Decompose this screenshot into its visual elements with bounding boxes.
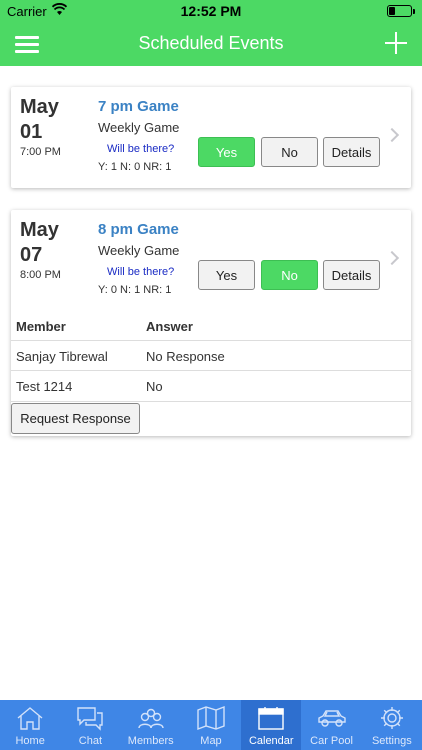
plus-icon[interactable] bbox=[385, 32, 407, 54]
event-day: 07 bbox=[20, 244, 43, 266]
tab-members[interactable]: Members bbox=[121, 700, 181, 750]
event-title[interactable]: 7 pm Game bbox=[98, 98, 179, 115]
event-day: 01 bbox=[20, 121, 43, 143]
tab-label: Members bbox=[127, 735, 174, 747]
chevron-right-icon[interactable] bbox=[384, 250, 400, 266]
no-button[interactable]: No bbox=[261, 137, 318, 167]
no-button[interactable]: No bbox=[261, 260, 318, 290]
tab-settings[interactable]: Settings bbox=[362, 700, 422, 750]
attendance-question: Will be there? bbox=[107, 143, 175, 155]
tab-label: Car Pool bbox=[310, 735, 353, 747]
yes-button[interactable]: Yes bbox=[198, 137, 255, 167]
status-bar: Carrier 12:52 PM bbox=[0, 0, 422, 22]
status-time: 12:52 PM bbox=[180, 3, 242, 19]
event-card[interactable]: May 07 8:00 PM 8 pm Game Weekly Game Wil… bbox=[11, 210, 411, 436]
table-header: Member Answer bbox=[11, 312, 411, 340]
nav-bar: Scheduled Events bbox=[0, 22, 422, 66]
tab-label: Chat bbox=[78, 735, 103, 747]
member-name: Sanjay Tibrewal bbox=[16, 349, 108, 364]
tab-map[interactable]: Map bbox=[181, 700, 241, 750]
member-answer: No Response bbox=[146, 349, 225, 364]
tab-label: Calendar bbox=[248, 735, 294, 747]
page-title: Scheduled Events bbox=[138, 33, 284, 53]
home-icon bbox=[15, 705, 45, 731]
chevron-right-icon[interactable] bbox=[384, 127, 400, 143]
member-name: Test 1214 bbox=[16, 379, 73, 394]
map-icon bbox=[196, 705, 226, 731]
tab-home[interactable]: Home bbox=[0, 700, 60, 750]
attendance-question: Will be there? bbox=[107, 266, 175, 278]
tab-car-pool[interactable]: Car Pool bbox=[301, 700, 361, 750]
tab-bar: Home Chat Members Map Calendar Car Pool bbox=[0, 700, 422, 750]
event-title[interactable]: 8 pm Game bbox=[98, 221, 179, 238]
tab-label: Settings bbox=[371, 735, 412, 747]
event-time: 7:00 PM bbox=[20, 146, 61, 158]
event-card[interactable]: May 01 7:00 PM 7 pm Game Weekly Game Wil… bbox=[11, 87, 411, 188]
tab-calendar[interactable]: Calendar bbox=[241, 700, 302, 750]
response-counts: Y: 1 N: 0 NR: 1 bbox=[98, 161, 172, 173]
request-response-button[interactable]: Request Response bbox=[11, 403, 140, 434]
response-table: Member Answer Sanjay Tibrewal No Respons… bbox=[11, 312, 411, 400]
event-type: Weekly Game bbox=[98, 243, 180, 258]
yes-button[interactable]: Yes bbox=[198, 260, 255, 290]
event-month: May bbox=[20, 219, 59, 241]
details-button[interactable]: Details bbox=[323, 137, 380, 167]
response-counts: Y: 0 N: 1 NR: 1 bbox=[98, 284, 172, 296]
event-time: 8:00 PM bbox=[20, 269, 61, 281]
gear-icon bbox=[377, 705, 407, 731]
battery-icon bbox=[387, 5, 415, 17]
table-row: Sanjay Tibrewal No Response bbox=[11, 340, 411, 370]
event-month: May bbox=[20, 96, 59, 118]
calendar-icon bbox=[256, 705, 286, 731]
members-icon bbox=[136, 705, 166, 731]
details-button[interactable]: Details bbox=[323, 260, 380, 290]
member-answer: No bbox=[146, 379, 163, 394]
table-row: Test 1214 No bbox=[11, 370, 411, 400]
car-icon bbox=[317, 705, 347, 731]
tab-label: Home bbox=[15, 735, 45, 747]
tab-chat[interactable]: Chat bbox=[60, 700, 120, 750]
event-type: Weekly Game bbox=[98, 120, 180, 135]
chat-icon bbox=[75, 705, 105, 731]
tab-label: Map bbox=[200, 735, 222, 747]
column-header-member: Member bbox=[16, 319, 66, 334]
column-header-answer: Answer bbox=[146, 319, 193, 334]
divider bbox=[11, 401, 411, 402]
